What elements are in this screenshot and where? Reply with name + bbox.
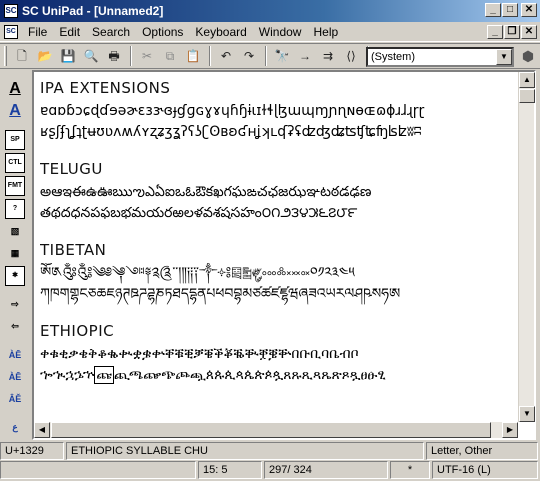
char-category-panel: Letter, Other: [426, 442, 538, 460]
copy-icon[interactable]: ⧉: [159, 45, 181, 67]
app-icon: SC: [4, 4, 18, 18]
toolbar-grip[interactable]: [4, 46, 7, 66]
vertical-scrollbar[interactable]: ▲ ▼: [518, 72, 535, 422]
help-button[interactable]: ?: [5, 199, 25, 220]
ctl-button[interactable]: CTL: [5, 153, 25, 174]
cut-icon[interactable]: ✂: [136, 45, 158, 67]
text-line: ɐɑɒɓɔɕɖɗɘəɚɛɜɝɞɟɠɡɢɣɤɥɦɧɨɩɪɫɬɭɮɯɰɱɲɳɴɵɶɷ…: [40, 103, 425, 119]
sp-button[interactable]: SP: [5, 130, 25, 151]
status-empty-panel: [0, 461, 196, 479]
modified-indicator: *: [390, 461, 430, 479]
font-select-value: (System): [371, 51, 415, 63]
new-file-icon[interactable]: 🗋: [11, 45, 33, 67]
scroll-down-button[interactable]: ▼: [519, 406, 535, 422]
convert-icon[interactable]: ÀĒ: [5, 346, 25, 365]
block-telugu: TELUGU అఆఇఈఉఊఋఌఎఏఐఒఓఔకఖగఘఙచఛజఝఞటఠడఢణ తథద…: [40, 159, 516, 224]
block-heading: IPA EXTENSIONS: [40, 79, 171, 97]
scroll-right-button[interactable]: ▶: [502, 422, 518, 438]
menu-window[interactable]: Window: [253, 25, 308, 39]
convert-up-icon[interactable]: ÀĒ: [5, 368, 25, 387]
scroll-up-button[interactable]: ▲: [519, 72, 535, 88]
text-line: ༀ༁༂༃༄༅༆༇༈༉༊་༌།༎༏༐༑༒༓༔༕༖༗༘༙༚༛༜༝༞༟༠༡༢༣༤༥: [40, 265, 355, 281]
print-preview-icon[interactable]: 🔍: [80, 45, 102, 67]
text-cursor-char: ጩ: [94, 366, 114, 384]
redo-icon[interactable]: ↷: [238, 45, 260, 67]
scroll-left-button[interactable]: ◀: [34, 422, 50, 438]
goto-icon[interactable]: ⟨⟩: [340, 45, 362, 67]
side-toolbar: A A SP CTL FMT ? ▧ ▦ ✱ ⇨ ⇦ ÀĒ ÀĒ ÂĚ ع: [0, 70, 30, 440]
char-name-panel: ETHIOPIC SYLLABLE CHU: [66, 442, 424, 460]
text-line: ቀቁቂቃቄቅቆቈቊቋቌቍቐቑቒቓቔቕቖቘቚቛቜቝበቡቢባቤብቦ: [40, 346, 359, 362]
menu-bar: SC File Edit Search Options Keyboard Win…: [0, 22, 540, 42]
doc-minimize-button[interactable]: _: [487, 25, 503, 39]
fmt-button[interactable]: FMT: [5, 176, 25, 197]
block-heading: TELUGU: [40, 160, 103, 178]
text-line: ኈኊኋኌኍ ጩ ጪጫጬጭጮጯጰጱጲጳጴጵጶጷጸጹጺጻጼጽጾጿፀፁፂ: [40, 365, 516, 386]
text-line: ཀཁགགྷངཅཆཇཉཊཋཌཌྷཎཏཐདདྷནཔཕབབྷམཙཚཛཛྷཝཞཟའཡརལ…: [40, 286, 401, 302]
arrow-right-icon[interactable]: ⇨: [5, 295, 25, 314]
title-bar: SC SC UniPad - [Unnamed2] _ □ ✕: [0, 0, 540, 22]
menu-help[interactable]: Help: [307, 25, 344, 39]
codepoint-panel: U+1329: [0, 442, 64, 460]
arabic-icon[interactable]: ع: [5, 418, 25, 437]
menu-options[interactable]: Options: [136, 25, 189, 39]
print-icon[interactable]: 🖶: [103, 45, 125, 67]
doc-restore-button[interactable]: ❐: [504, 25, 520, 39]
hatch-icon[interactable]: ▧: [5, 222, 25, 241]
horizontal-scroll-thumb[interactable]: [51, 422, 491, 438]
find-icon[interactable]: 🔭: [271, 45, 293, 67]
menu-file[interactable]: File: [22, 25, 53, 39]
find-next-icon[interactable]: →: [294, 45, 316, 67]
vertical-scroll-thumb[interactable]: [519, 89, 535, 103]
maximize-button[interactable]: □: [502, 3, 518, 17]
paste-icon[interactable]: 📋: [182, 45, 204, 67]
editor-area[interactable]: IPA EXTENSIONS ɐɑɒɓɔɕɖɗɘəɚɛɜɝɞɟɠɡɢɣɤɥɦɧɨ…: [32, 70, 536, 440]
cube-icon[interactable]: ⬢: [519, 48, 537, 66]
block-ethiopic: ETHIOPIC ቀቁቂቃቄቅቆቈቊቋቌቍቐቑቒቓቔቕቖቘቚቛቜቝበቡቢባቤብቦ…: [40, 321, 516, 386]
star-icon[interactable]: ✱: [5, 266, 25, 287]
text-line: తథదధనపఫబభమయరఱలళవశషసహం౦౧౨౩౪౫౬౭౮౯: [40, 205, 358, 221]
char-count-panel: 297/ 324: [264, 461, 388, 479]
encoding-panel[interactable]: UTF-16 (L): [432, 461, 538, 479]
document-icon[interactable]: SC: [4, 24, 18, 39]
window-title: SC UniPad - [Unnamed2]: [22, 4, 164, 18]
chevron-down-icon[interactable]: ▼: [496, 49, 512, 65]
save-icon[interactable]: 💾: [57, 45, 79, 67]
status-bar: 15: 5 297/ 324 * UTF-16 (L): [0, 461, 540, 479]
grid-icon[interactable]: ▦: [5, 244, 25, 263]
close-button[interactable]: ✕: [521, 3, 537, 17]
replace-icon[interactable]: ⇉: [317, 45, 339, 67]
text-segment: ጪጫጬጭጮጯጰጱጲጳጴጵጶጷጸጹጺጻጼጽጾጿፀፁፂ: [114, 367, 386, 383]
menu-edit[interactable]: Edit: [53, 25, 86, 39]
font-select[interactable]: (System) ▼: [366, 47, 514, 67]
block-heading: TIBETAN: [40, 241, 107, 259]
block-ipa: IPA EXTENSIONS ɐɑɒɓɔɕɖɗɘəɚɛɜɝɞɟɠɡɢɣɤɥɦɧɨ…: [40, 78, 516, 143]
font-a-icon[interactable]: A: [5, 80, 25, 99]
minimize-button[interactable]: _: [485, 3, 501, 17]
char-info-bar: U+1329 ETHIOPIC SYLLABLE CHU Letter, Oth…: [0, 442, 540, 460]
font-a-blue-icon[interactable]: A: [5, 102, 25, 121]
cursor-position-panel: 15: 5: [198, 461, 262, 479]
block-heading: ETHIOPIC: [40, 322, 115, 340]
horizontal-scrollbar[interactable]: ◀ ▶: [34, 422, 518, 438]
convert-down-icon[interactable]: ÂĚ: [5, 390, 25, 409]
block-tibetan: TIBETAN ༀ༁༂༃༄༅༆༇༈༉༊་༌།༎༏༐༑༒༓༔༕༖༗༘༙༚༛༜༝༞༟…: [40, 240, 516, 305]
menu-keyboard[interactable]: Keyboard: [189, 25, 252, 39]
menu-search[interactable]: Search: [86, 25, 136, 39]
text-line: ʁʂʃʄʅʆʇʈʉʊʋʌʍʎʏʐʑʒʓʔʕʖʗʘʙʚʛʜʝʞʟʠʡʢʣʤʥʦʧʨ…: [40, 124, 422, 140]
arrow-left-icon[interactable]: ⇦: [5, 317, 25, 336]
text-segment: ኈኊኋኌኍ: [40, 367, 95, 383]
undo-icon[interactable]: ↶: [215, 45, 237, 67]
open-folder-icon[interactable]: 📂: [34, 45, 56, 67]
document-text[interactable]: IPA EXTENSIONS ɐɑɒɓɔɕɖɗɘəɚɛɜɝɞɟɠɡɢɣɤɥɦɧɨ…: [40, 78, 516, 422]
doc-close-button[interactable]: ✕: [521, 25, 537, 39]
text-line: అఆఇఈఉఊఋఌఎఏఐఒఓఔకఖగఘఙచఛజఝఞటఠడఢణ: [40, 184, 372, 200]
